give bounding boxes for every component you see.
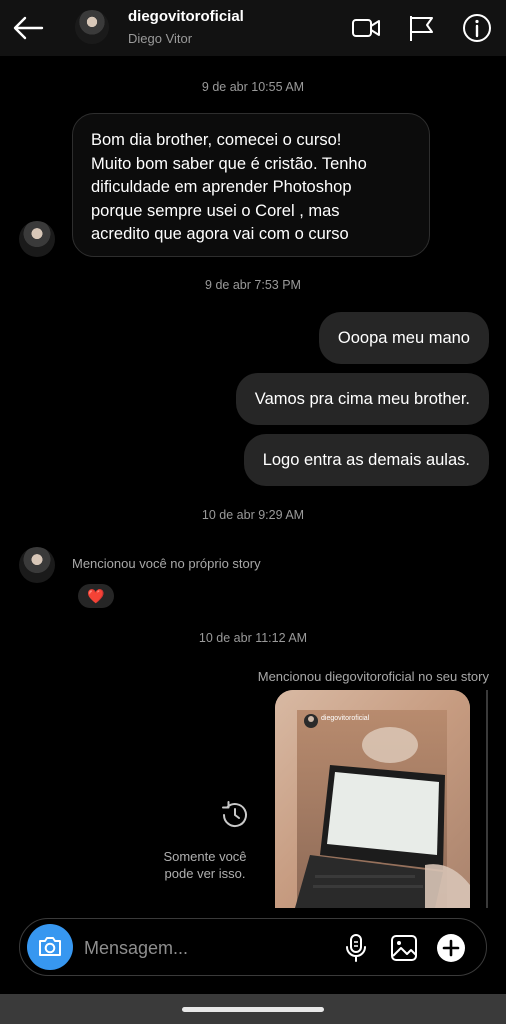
story-image (275, 690, 470, 908)
header-avatar[interactable] (75, 10, 109, 44)
timestamp: 9 de abr 7:53 PM (205, 278, 301, 292)
heart-reaction[interactable]: ❤️ (78, 584, 114, 608)
back-arrow-icon[interactable] (10, 10, 46, 46)
story-owner-label: diegovitoroficial (321, 715, 370, 722)
sender-avatar[interactable] (19, 547, 55, 583)
system-navigation-bar (0, 994, 506, 1024)
story-preview[interactable]: diegovitoroficial (275, 690, 470, 908)
private-notice: Somente você pode ver isso. (150, 848, 260, 882)
sender-avatar[interactable] (19, 221, 55, 257)
message-input[interactable] (82, 925, 326, 971)
outgoing-message-bubble[interactable]: Vamos pra cima meu brother. (235, 373, 489, 425)
video-call-icon[interactable] (350, 12, 382, 44)
incoming-message-bubble[interactable]: Bom dia brother, comecei o curso! Muito … (72, 113, 430, 257)
story-mention-text: Mencionou você no próprio story (72, 556, 261, 571)
message-line: acredito que agora vai com o curso (91, 225, 349, 243)
message-line: Muito bom saber que é cristão. Tenho (91, 154, 367, 173)
camera-icon (39, 937, 61, 956)
private-notice-line: Somente você (163, 849, 247, 864)
message-line: porque sempre usei o Corel , mas (91, 201, 340, 220)
timestamp: 9 de abr 10:55 AM (201, 80, 305, 94)
flag-icon[interactable] (405, 12, 437, 44)
story-mention-text: Mencionou diegovitoroficial no seu story (257, 669, 489, 684)
timestamp: 10 de abr 11:12 AM (198, 631, 308, 645)
chat-header: diegovitoroficial Diego Vitor (0, 0, 506, 56)
history-icon (222, 801, 247, 828)
private-notice-line: pode ver isso. (164, 866, 246, 881)
timestamp: 10 de abr 9:29 AM (201, 508, 305, 522)
camera-button[interactable] (27, 924, 73, 970)
story-scroll-indicator (486, 690, 488, 908)
header-full-name: Diego Vitor (128, 31, 193, 46)
outgoing-message-bubble[interactable]: Logo entra as demais aulas. (243, 434, 489, 486)
header-username[interactable]: diegovitoroficial (128, 8, 244, 25)
microphone-icon[interactable] (340, 932, 372, 964)
message-line: dificuldade em aprender Photoshop (91, 178, 352, 196)
message-composer (19, 918, 487, 976)
home-gesture-pill[interactable] (182, 1007, 324, 1012)
gallery-icon[interactable] (388, 932, 420, 964)
message-line: Bom dia brother, comecei o curso! (91, 131, 342, 149)
outgoing-message-bubble[interactable]: Ooopa meu mano (318, 312, 489, 364)
info-icon[interactable] (461, 12, 493, 44)
add-icon[interactable] (435, 932, 467, 964)
